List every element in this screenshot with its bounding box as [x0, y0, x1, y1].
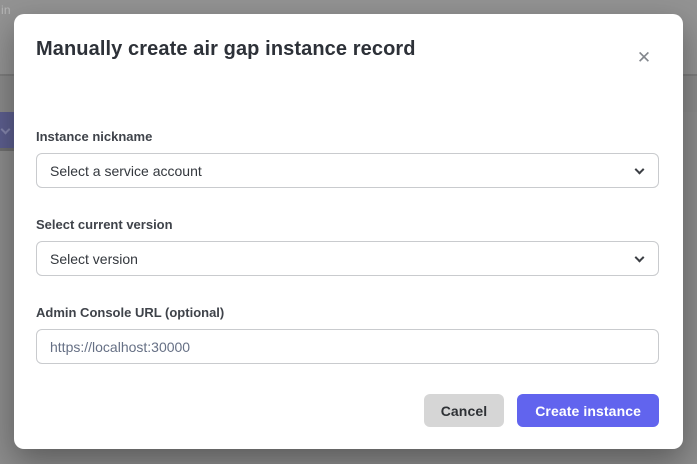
background-clipped-text: in	[1, 3, 11, 17]
field-label-instance-nickname: Instance nickname	[36, 129, 659, 145]
modal-footer: Cancel Create instance	[36, 394, 659, 427]
create-instance-button[interactable]: Create instance	[517, 394, 659, 427]
admin-console-url-group: Admin Console URL (optional)	[36, 305, 659, 364]
admin-console-url-input[interactable]	[36, 329, 659, 364]
field-label-current-version: Select current version	[36, 217, 659, 233]
version-select[interactable]: Select version	[36, 241, 659, 276]
cancel-button[interactable]: Cancel	[424, 394, 505, 427]
create-air-gap-instance-modal: Manually create air gap instance record …	[14, 14, 683, 449]
close-icon: ✕	[637, 49, 651, 66]
field-label-admin-console-url: Admin Console URL (optional)	[36, 305, 659, 321]
service-account-select[interactable]: Select a service account	[36, 153, 659, 188]
instance-nickname-group: Instance nickname Select a service accou…	[36, 129, 659, 188]
service-account-select-wrap: Select a service account	[36, 153, 659, 188]
current-version-group: Select current version Select version	[36, 217, 659, 276]
modal-title: Manually create air gap instance record	[36, 38, 659, 61]
version-select-wrap: Select version	[36, 241, 659, 276]
close-button[interactable]: ✕	[633, 46, 655, 68]
create-instance-form: Instance nickname Select a service accou…	[36, 129, 659, 427]
chevron-down-icon	[1, 125, 11, 135]
admin-console-url-wrap	[36, 329, 659, 364]
